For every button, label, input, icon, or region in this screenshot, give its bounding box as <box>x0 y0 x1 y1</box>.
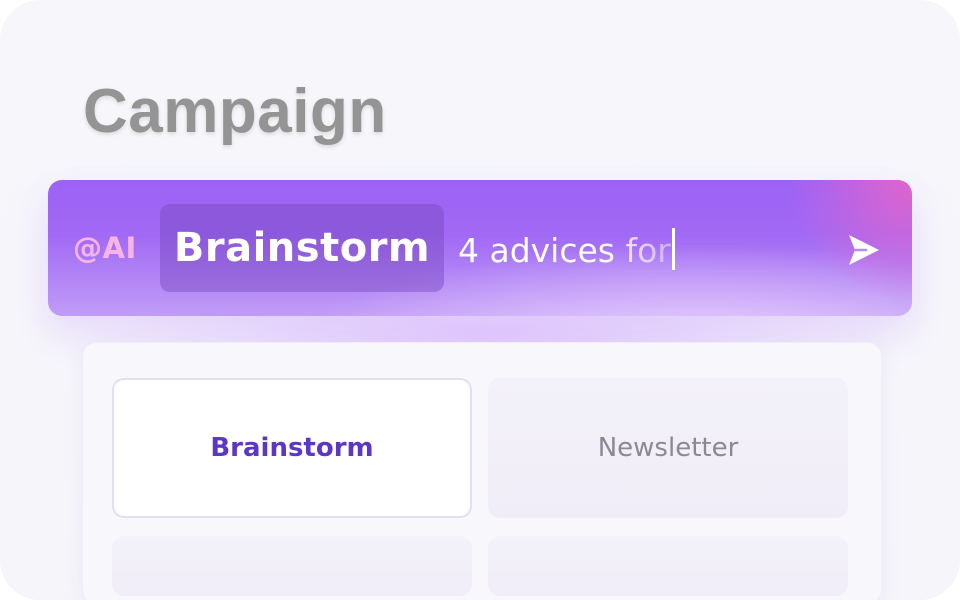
suggestion-tile-newsletter[interactable]: Newsletter <box>488 378 848 518</box>
send-button[interactable] <box>838 224 890 276</box>
campaign-card: Campaign @AI Brainstorm Brainstorm Newsl… <box>0 0 960 600</box>
ai-mention-tag: @AI <box>73 231 137 265</box>
suggestion-label: Brainstorm <box>210 433 374 463</box>
command-chip[interactable]: Brainstorm <box>160 204 444 292</box>
send-icon <box>849 235 879 265</box>
suggestion-tile[interactable] <box>112 536 472 596</box>
command-chip-label: Brainstorm <box>173 225 431 271</box>
suggestion-label: Newsletter <box>597 433 739 463</box>
page-title: Campaign <box>83 77 387 146</box>
suggestion-tile[interactable] <box>488 536 848 596</box>
prompt-input[interactable] <box>458 222 818 278</box>
suggestion-tile-brainstorm[interactable]: Brainstorm <box>112 378 472 518</box>
text-caret <box>672 228 675 270</box>
